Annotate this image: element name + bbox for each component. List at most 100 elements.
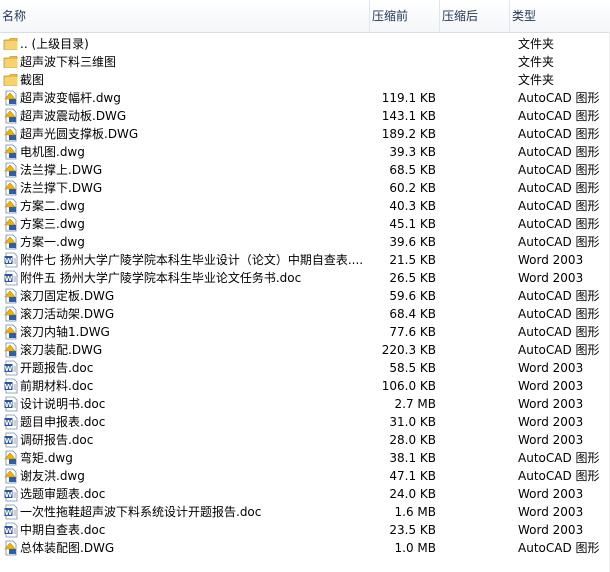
file-name: 滚刀活动架.DWG: [20, 307, 115, 321]
column-header-type[interactable]: 类型: [510, 0, 610, 32]
file-row[interactable]: 电机图.dwg 39.3 KB AutoCAD 图形: [0, 143, 610, 161]
file-row[interactable]: 附件七 扬州大学广陵学院本科生毕业设计（论文）中期自查表.... 21.5 KB W…: [0, 251, 610, 269]
file-packed-size: 39.6 KB: [389, 235, 436, 249]
file-row[interactable]: 总体装配图.DWG 1.0 MB AutoCAD 图形: [0, 539, 610, 557]
file-name: 滚刀内轴1.DWG: [20, 325, 110, 339]
file-row[interactable]: 超声波震动板.DWG 143.1 KB AutoCAD 图形: [0, 107, 610, 125]
file-type: Word 2003: [518, 271, 584, 285]
file-type: AutoCAD 图形: [518, 343, 600, 357]
file-name: 法兰撑下.DWG: [20, 181, 103, 195]
file-type: AutoCAD 图形: [518, 469, 600, 483]
file-name: 超声波下料三维图: [20, 55, 117, 69]
column-header-unpacked-size[interactable]: 压缩后: [440, 0, 510, 32]
file-row[interactable]: 法兰撑下.DWG 60.2 KB AutoCAD 图形: [0, 179, 610, 197]
word-icon: [3, 252, 19, 268]
word-icon: [3, 522, 19, 538]
column-header-packed-size[interactable]: 压缩前: [370, 0, 440, 32]
file-name: 总体装配图.DWG: [20, 541, 115, 555]
file-name: 方案一.dwg: [20, 235, 85, 249]
word-icon: [3, 378, 19, 394]
file-packed-size: 24.0 KB: [389, 487, 436, 501]
file-name: 弯矩.dwg: [20, 451, 73, 465]
file-row[interactable]: 方案一.dwg 39.6 KB AutoCAD 图形: [0, 233, 610, 251]
file-row[interactable]: 方案三.dwg 45.1 KB AutoCAD 图形: [0, 215, 610, 233]
file-packed-size: 40.3 KB: [389, 199, 436, 213]
file-row[interactable]: 超声波变幅杆.dwg 119.1 KB AutoCAD 图形: [0, 89, 610, 107]
file-name: 设计说明书.doc: [20, 397, 106, 411]
file-name: 滚刀固定板.DWG: [20, 289, 115, 303]
file-row[interactable]: 题目申报表.doc 31.0 KB Word 2003: [0, 413, 610, 431]
file-type: Word 2003: [518, 433, 584, 447]
file-row[interactable]: 设计说明书.doc 2.7 MB Word 2003: [0, 395, 610, 413]
file-packed-size: 31.0 KB: [389, 415, 436, 429]
word-icon: [3, 432, 19, 448]
file-name: 超声波震动板.DWG: [20, 109, 127, 123]
file-row[interactable]: 截图 文件夹: [0, 71, 610, 89]
file-name: .. (上级目录): [20, 37, 89, 51]
file-name: 一次性拖鞋超声波下料系统设计开题报告.doc: [20, 505, 262, 519]
word-icon: [3, 414, 19, 430]
file-row[interactable]: .. (上级目录) 文件夹: [0, 35, 610, 53]
file-row[interactable]: 选题审题表.doc 24.0 KB Word 2003: [0, 485, 610, 503]
file-type: 文件夹: [518, 37, 555, 51]
autocad-icon: [3, 324, 19, 340]
autocad-icon: [3, 216, 19, 232]
file-packed-size: 68.4 KB: [389, 307, 436, 321]
file-packed-size: 77.6 KB: [389, 325, 436, 339]
file-type: Word 2003: [518, 379, 584, 393]
file-row[interactable]: 超声波下料三维图 文件夹: [0, 53, 610, 71]
file-row[interactable]: 开题报告.doc 58.5 KB Word 2003: [0, 359, 610, 377]
file-type: AutoCAD 图形: [518, 541, 600, 555]
file-name: 开题报告.doc: [20, 361, 94, 375]
file-packed-size: 1.0 MB: [394, 541, 436, 555]
file-name: 电机图.dwg: [20, 145, 85, 159]
file-type: AutoCAD 图形: [518, 235, 600, 249]
file-packed-size: 23.5 KB: [389, 523, 436, 537]
file-type: AutoCAD 图形: [518, 145, 600, 159]
word-icon: [3, 396, 19, 412]
autocad-icon: [3, 288, 19, 304]
file-type: Word 2003: [518, 505, 584, 519]
file-row[interactable]: 方案二.dwg 40.3 KB AutoCAD 图形: [0, 197, 610, 215]
file-packed-size: 119.1 KB: [381, 91, 436, 105]
file-type: Word 2003: [518, 397, 584, 411]
file-row[interactable]: 超声光圆支撑板.DWG 189.2 KB AutoCAD 图形: [0, 125, 610, 143]
file-packed-size: 68.5 KB: [389, 163, 436, 177]
autocad-icon: [3, 144, 19, 160]
file-type: AutoCAD 图形: [518, 451, 600, 465]
file-type: AutoCAD 图形: [518, 127, 600, 141]
file-row[interactable]: 弯矩.dwg 38.1 KB AutoCAD 图形: [0, 449, 610, 467]
file-packed-size: 220.3 KB: [381, 343, 436, 357]
file-row[interactable]: 前期材料.doc 106.0 KB Word 2003: [0, 377, 610, 395]
file-type: AutoCAD 图形: [518, 181, 600, 195]
file-row[interactable]: 中期自查表.doc 23.5 KB Word 2003: [0, 521, 610, 539]
file-row[interactable]: 法兰撑上.DWG 68.5 KB AutoCAD 图形: [0, 161, 610, 179]
file-type: AutoCAD 图形: [518, 199, 600, 213]
file-row[interactable]: 滚刀装配.DWG 220.3 KB AutoCAD 图形: [0, 341, 610, 359]
file-row[interactable]: 滚刀固定板.DWG 59.6 KB AutoCAD 图形: [0, 287, 610, 305]
autocad-icon: [3, 90, 19, 106]
file-row[interactable]: 一次性拖鞋超声波下料系统设计开题报告.doc 1.6 MB Word 2003: [0, 503, 610, 521]
autocad-icon: [3, 468, 19, 484]
file-packed-size: 58.5 KB: [389, 361, 436, 375]
file-type: Word 2003: [518, 361, 584, 375]
file-row[interactable]: 附件五 扬州大学广陵学院本科生毕业论文任务书.doc 26.5 KB Word 20…: [0, 269, 610, 287]
file-row[interactable]: 调研报告.doc 28.0 KB Word 2003: [0, 431, 610, 449]
autocad-icon: [3, 450, 19, 466]
file-name: 附件五 扬州大学广陵学院本科生毕业论文任务书.doc: [20, 271, 302, 285]
file-packed-size: 47.1 KB: [389, 469, 436, 483]
file-row[interactable]: 谢友洪.dwg 47.1 KB AutoCAD 图形: [0, 467, 610, 485]
folder-icon: [3, 54, 19, 70]
file-packed-size: 189.2 KB: [381, 127, 436, 141]
file-row[interactable]: 滚刀活动架.DWG 68.4 KB AutoCAD 图形: [0, 305, 610, 323]
column-header-name[interactable]: 名称: [0, 0, 370, 32]
file-type: AutoCAD 图形: [518, 91, 600, 105]
file-packed-size: 106.0 KB: [381, 379, 436, 393]
file-type: 文件夹: [518, 73, 555, 87]
file-packed-size: 38.1 KB: [389, 451, 436, 465]
file-type: AutoCAD 图形: [518, 217, 600, 231]
file-row[interactable]: 滚刀内轴1.DWG 77.6 KB AutoCAD 图形: [0, 323, 610, 341]
file-name: 附件七 扬州大学广陵学院本科生毕业设计（论文）中期自查表....: [20, 253, 364, 267]
file-name: 法兰撑上.DWG: [20, 163, 103, 177]
file-name: 调研报告.doc: [20, 433, 94, 447]
